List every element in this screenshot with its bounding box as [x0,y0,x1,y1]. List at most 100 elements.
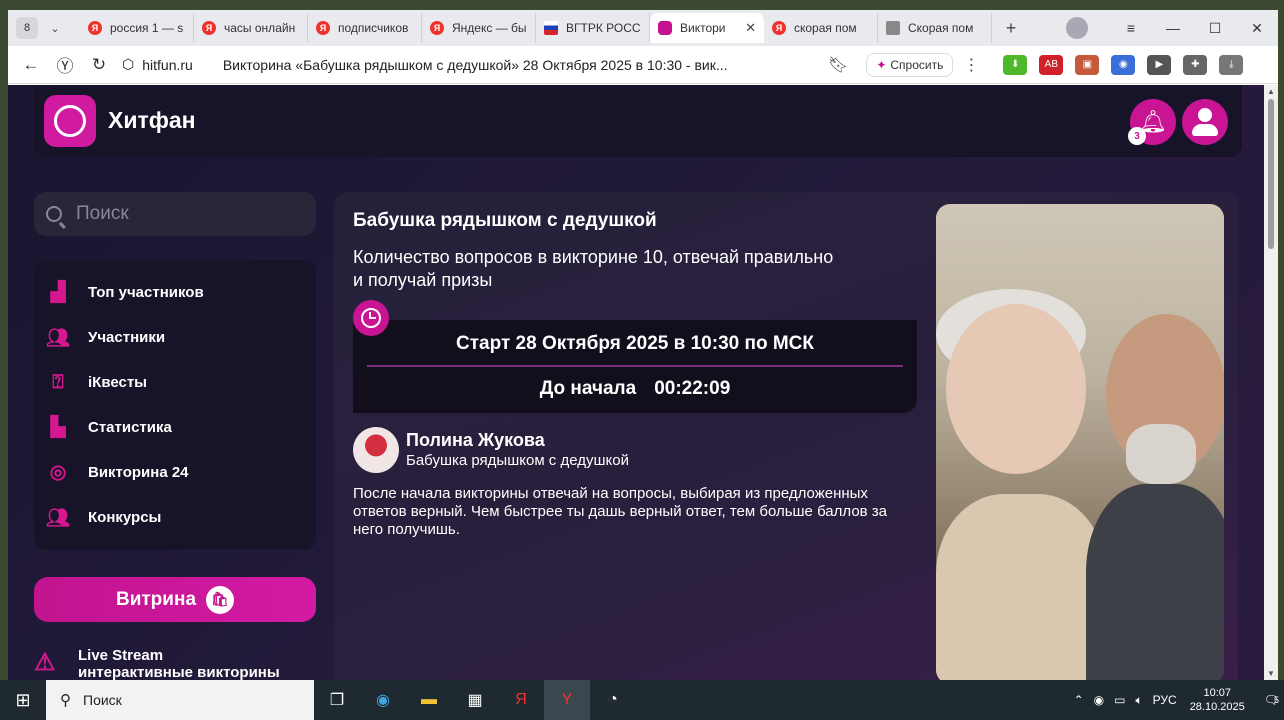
brand-name[interactable]: Хитфан [108,107,196,134]
notification-badge: 3 [1128,127,1146,145]
timer-box: Старт 28 Октября 2025 в 10:30 по МСК До … [353,320,917,413]
extension-image-icon[interactable]: ▣ [1075,54,1100,75]
taskbar-clock[interactable]: 10:07 28.10.2025 [1190,686,1245,714]
menu-icon[interactable]: ≡ [1110,20,1152,36]
bookmark-icon[interactable]: 🔖︎ [828,55,848,75]
tab-1[interactable]: Яроссия 1 — s [80,13,194,43]
user-icon [1198,108,1212,122]
page-scrollbar[interactable]: ▲ ▼ [1264,85,1278,680]
tab-3[interactable]: Яподписчиков [308,13,422,43]
new-tab-icon[interactable]: + [998,18,1024,39]
maximize-icon[interactable]: ☐ [1194,20,1236,37]
more-icon[interactable]: ⋮ [963,55,979,75]
extension-globe-icon[interactable]: ◉ [1111,54,1136,75]
user-avatar-button[interactable] [1182,99,1228,145]
taskbar-search[interactable]: ⚲ Поиск [46,680,314,720]
search-box[interactable] [34,192,316,236]
windows-start-icon[interactable]: ⊞ [0,690,46,711]
yandex-browser-icon[interactable]: Y [544,680,590,720]
shopping-bag-icon: 🛍︎ [206,585,235,614]
menu-item-top[interactable]: ▟ Топ участников [34,270,316,315]
menu-item-stats[interactable]: ▙ Статистика [34,405,316,450]
close-tab-icon[interactable]: ✕ [745,20,756,36]
language-indicator[interactable]: РУС [1153,693,1177,707]
users-icon: 👥︎ [45,327,71,349]
site-header: Хитфан 🔔︎ 3 [34,85,1242,157]
search-input[interactable] [76,203,296,225]
yandex-home-icon[interactable]: Ⓨ [48,52,82,77]
side-menu: ▟ Топ участников 👥︎ Участники ⍰ iКвесты ▙ Ст… [34,260,316,550]
doc-icon [886,21,900,35]
quiz24-icon: ◎ [49,462,67,483]
extension-adblock-icon[interactable]: AB [1039,54,1064,75]
volume-icon[interactable]: 🔈︎ [1135,693,1142,708]
quiz-cover-photo [936,204,1224,680]
minimize-icon[interactable]: — [1152,20,1194,36]
tab-5[interactable]: ВГТРК РОСС [536,13,650,43]
url-domain: hitfun.ru [142,56,193,73]
menu-item-participants[interactable]: 👥︎ Участники [34,315,316,360]
tab-list-chevron-icon[interactable]: ⌄ [44,22,66,35]
downloads-icon[interactable]: ⤓ [1219,54,1244,75]
author-avatar[interactable] [353,427,399,473]
quiz-card: Бабушка рядышком с дедушкой Количество в… [334,192,1238,680]
tab-8[interactable]: Скорая пом [878,13,992,43]
countdown-row: До начала 00:22:09 [353,378,917,400]
user-icon-body [1192,124,1218,136]
site-logo[interactable] [44,95,96,147]
logo-mark-icon [54,105,86,137]
url-page-title: Викторина «Бабушка рядышком с дедушкой» … [222,56,728,73]
yandex-app-icon[interactable]: Я [498,680,544,720]
search-icon: ⚲ [60,692,71,709]
close-window-icon[interactable]: ✕ [1236,20,1278,37]
network-icon[interactable]: ▭ [1114,693,1125,707]
quest-icon: ⍰ [52,371,64,393]
recorder-icon[interactable]: ◔ [590,680,636,720]
tab-count[interactable]: 8 [16,17,38,39]
back-icon[interactable]: ← [14,55,48,75]
tab-4[interactable]: Я Яндекс — бы [422,13,536,43]
warning-icon: ⚠ [34,649,56,676]
tab-7[interactable]: Яскорая пом [764,13,878,43]
hitfun-icon [658,21,672,35]
tray-chevron-icon[interactable]: ⌃ [1074,693,1084,707]
yandex-icon: Я [316,21,330,35]
chart-bars-icon: ▟ [50,282,66,303]
site-info-icon[interactable]: ⬡ [122,56,134,73]
clock-icon [353,300,389,336]
task-view-icon[interactable]: ❐ [314,680,360,720]
menu-item-contests[interactable]: 👥︎ Конкурсы [34,495,316,540]
live-stream-title: Live Stream [78,647,164,664]
extension-download-icon[interactable]: ⬇ [1003,54,1028,75]
showcase-button[interactable]: Витрина 🛍︎ [34,577,316,622]
edge-icon[interactable]: ◉ [360,680,406,720]
menu-item-quiz24[interactable]: ◎ Викторина 24 [34,450,316,495]
tab-2[interactable]: Ячасы онлайн [194,13,308,43]
author-name[interactable]: Полина Жукова [406,430,545,451]
profile-avatar[interactable] [1066,17,1088,39]
quiz-rules: После начала викторины отвечай на вопрос… [353,485,888,538]
countdown-value: 00:22:09 [654,378,731,399]
url-field[interactable]: ⬡ hitfun.ru Викторина «Бабушка рядышком … [122,56,822,73]
live-stream-link[interactable]: ⚠ Live Stream интерактивные викторины [34,647,316,680]
quiz-title: Бабушка рядышком с дедушкой [353,210,657,231]
live-stream-subtitle: интерактивные викторины [78,664,280,680]
scrollbar-thumb[interactable] [1268,99,1274,249]
explorer-icon[interactable]: ▬ [406,680,452,720]
yandex-icon: Я [430,21,444,35]
scroll-up-icon[interactable]: ▲ [1267,87,1275,96]
menu-item-quests[interactable]: ⍰ iКвесты [34,360,316,405]
reload-icon[interactable]: ↻ [82,55,116,75]
quiz-description: Количество вопросов в викторине 10, отве… [353,247,834,290]
tab-6-active[interactable]: Виктори ✕ [650,13,764,43]
extension-play-icon[interactable]: ▶ [1147,54,1172,75]
address-bar: ← Ⓨ ↻ ⬡ hitfun.ru Викторина «Бабушка ряд… [8,46,1278,84]
system-tray: ⌃ ◉ ▭ 🔈︎ РУС 10:07 28.10.2025 🗨︎ 5 [1069,680,1284,720]
ask-button[interactable]: ✦ Спросить [866,52,954,77]
tray-app-icon[interactable]: ◉ [1094,693,1104,707]
scroll-down-icon[interactable]: ▼ [1267,669,1275,678]
store-icon[interactable]: ▦ [452,680,498,720]
extension-puzzle-icon[interactable]: ✚ [1183,54,1208,75]
window-controls: ≡ — ☐ ✕ [1066,10,1278,46]
clock-time: 10:07 [1203,687,1231,699]
